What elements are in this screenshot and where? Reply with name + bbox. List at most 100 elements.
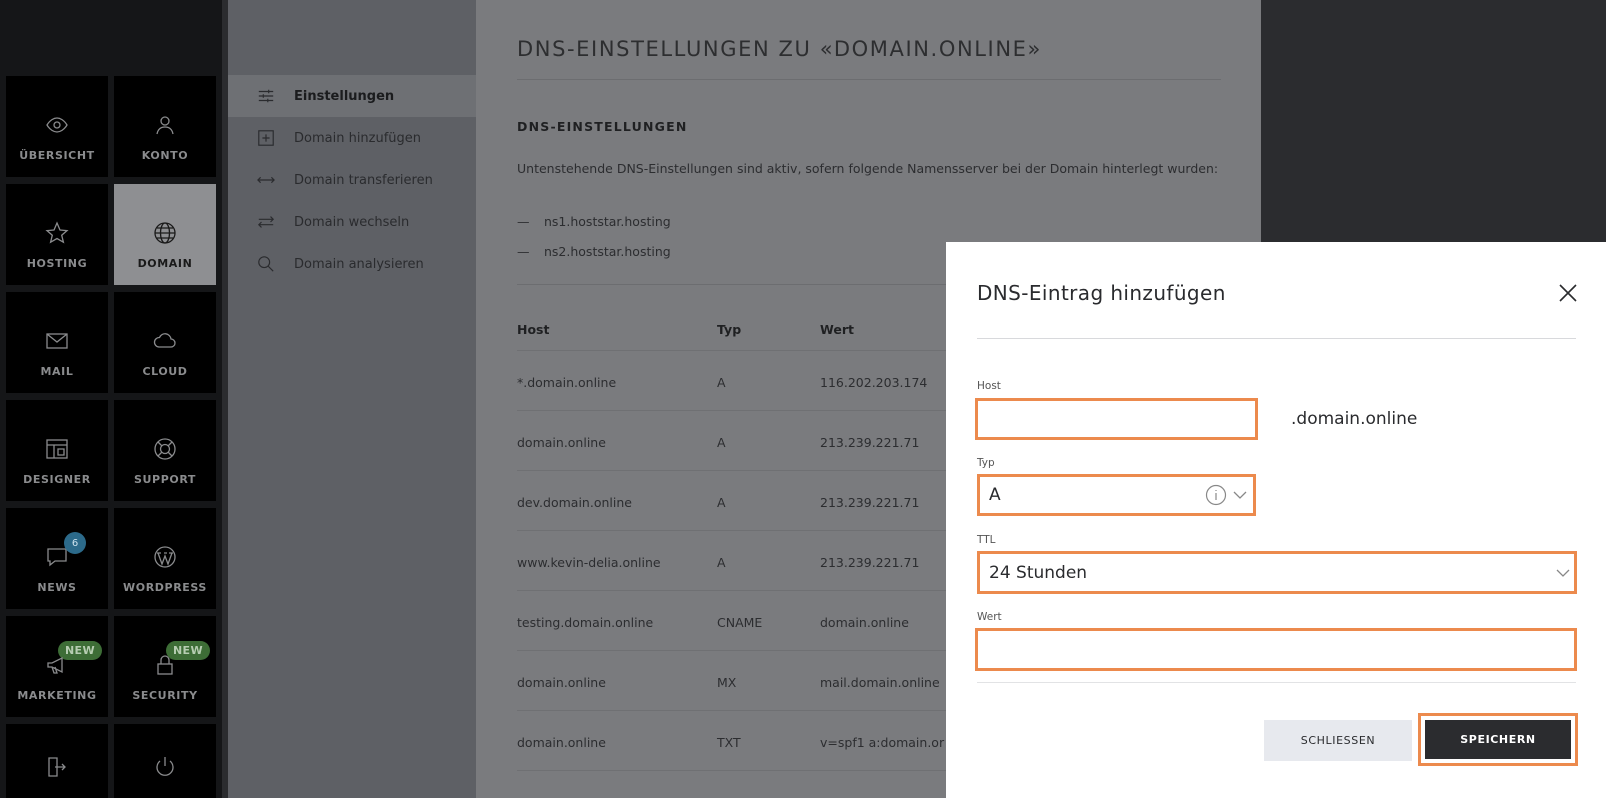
cell-typ: A <box>717 435 726 450</box>
news-count-badge: 6 <box>64 532 86 554</box>
nav-tile-mail[interactable]: MAIL <box>6 292 108 393</box>
cell-wert: v=spf1 a:domain.or <box>820 735 945 750</box>
chevron-down-icon <box>1555 565 1571 581</box>
nav-tile-label: MARKETING <box>17 689 97 702</box>
cell-wert: 213.239.221.71 <box>820 555 920 570</box>
host-suffix: .domain.online <box>1291 409 1418 429</box>
nav-tile-news[interactable]: 6 NEWS <box>6 508 108 609</box>
ttl-label: TTL <box>977 534 996 546</box>
cell-typ: A <box>717 495 726 510</box>
subnav-item-domain-hinzufuegen[interactable]: Domain hinzufügen <box>228 117 476 159</box>
nav-tile-cloud[interactable]: CLOUD <box>114 292 216 393</box>
info-icon[interactable] <box>1205 484 1227 506</box>
cell-host: domain.online <box>517 675 606 690</box>
wert-label: Wert <box>977 611 1002 623</box>
host-label: Host <box>977 380 1001 392</box>
background-panel <box>1261 0 1606 242</box>
subnav-item-domain-analysieren[interactable]: Domain analysieren <box>228 243 476 285</box>
cell-host: testing.domain.online <box>517 615 654 630</box>
cell-wert: 213.239.221.71 <box>820 435 920 450</box>
nav-tile-label: HOSTING <box>26 257 88 270</box>
chevron-down-icon <box>1232 487 1248 503</box>
nav-tile-label: WORDPRESS <box>123 581 207 594</box>
nav-tile-label: NEWS <box>37 581 77 594</box>
subnav-item-label: Domain wechseln <box>294 214 410 230</box>
nav-tile-label: KONTO <box>141 149 189 162</box>
divider <box>977 338 1576 339</box>
subnav-item-domain-wechseln[interactable]: Domain wechseln <box>228 201 476 243</box>
logout-icon <box>44 754 70 780</box>
nav-tile-label: DESIGNER <box>23 473 91 486</box>
nav-tile-label: SECURITY <box>132 689 198 702</box>
column-header-wert: Wert <box>820 322 854 337</box>
ttl-select[interactable]: 24 Stunden <box>977 551 1577 594</box>
section-description: Untenstehende DNS-Einstellungen sind akt… <box>517 161 1219 176</box>
nav-tile-uebersicht[interactable]: ÜBERSICHT <box>6 76 108 177</box>
dialog-title: DNS-Eintrag hinzufügen <box>977 281 1226 305</box>
nav-tile-label: SUPPORT <box>133 473 196 486</box>
eye-icon <box>44 112 70 138</box>
nav-tile-label: ÜBERSICHT <box>19 149 95 162</box>
arrows-horizontal-icon <box>256 170 276 190</box>
nameserver-item: — ns2.hoststar.hosting <box>517 244 671 259</box>
lifebuoy-icon <box>152 436 178 462</box>
search-icon <box>256 254 276 274</box>
cell-wert: 116.202.203.174 <box>820 375 928 390</box>
nameserver-value: ns2.hoststar.hosting <box>544 244 671 259</box>
nav-tile-marketing[interactable]: NEW MARKETING <box>6 616 108 717</box>
plus-square-icon <box>256 128 276 148</box>
section-title: DNS-EINSTELLUNGEN <box>517 119 688 134</box>
nameserver-value: ns1.hoststar.hosting <box>544 214 671 229</box>
nameserver-item: — ns1.hoststar.hosting <box>517 214 671 229</box>
nav-tile-hosting[interactable]: HOSTING <box>6 184 108 285</box>
host-input[interactable] <box>978 401 1255 437</box>
divider <box>977 682 1576 683</box>
envelope-icon <box>44 328 70 354</box>
nav-tile-domain[interactable]: DOMAIN <box>114 184 216 285</box>
main-nav: ÜBERSICHT KONTO HOSTING DOMAIN MAIL CLOU… <box>0 0 222 798</box>
globe-icon <box>152 220 178 246</box>
save-button-highlight: SPEICHERN <box>1418 713 1578 766</box>
cell-host: dev.domain.online <box>517 495 632 510</box>
nav-tile-label: MAIL <box>40 365 74 378</box>
wordpress-icon <box>152 544 178 570</box>
nav-tile-security[interactable]: NEW SECURITY <box>114 616 216 717</box>
column-header-host: Host <box>517 322 550 337</box>
wert-input[interactable] <box>978 631 1574 668</box>
star-icon <box>44 220 70 246</box>
nav-tile-label: CLOUD <box>142 365 188 378</box>
nav-tile-logout[interactable] <box>6 724 108 798</box>
cell-host: domain.online <box>517 435 606 450</box>
nav-tile-wordpress[interactable]: WORDPRESS <box>114 508 216 609</box>
typ-selected-value: A <box>989 485 1001 505</box>
close-icon[interactable] <box>1557 282 1583 308</box>
subnav-item-einstellungen[interactable]: Einstellungen <box>228 75 476 117</box>
domain-subnav: Einstellungen Domain hinzufügen Domain t… <box>228 0 476 798</box>
cloud-icon <box>152 328 178 354</box>
user-icon <box>152 112 178 138</box>
power-icon <box>152 754 178 780</box>
cell-typ: A <box>717 555 726 570</box>
nav-tile-power[interactable] <box>114 724 216 798</box>
nav-tile-konto[interactable]: KONTO <box>114 76 216 177</box>
typ-select[interactable]: A <box>977 474 1256 516</box>
cell-host: domain.online <box>517 735 606 750</box>
nav-tile-support[interactable]: SUPPORT <box>114 400 216 501</box>
subnav-item-label: Domain transferieren <box>294 172 433 188</box>
megaphone-icon <box>44 652 70 678</box>
close-button[interactable]: SCHLIESSEN <box>1264 720 1412 761</box>
save-button[interactable]: SPEICHERN <box>1425 720 1571 759</box>
swap-icon <box>256 212 276 232</box>
column-header-typ: Typ <box>717 322 742 337</box>
subnav-item-domain-transferieren[interactable]: Domain transferieren <box>228 159 476 201</box>
lock-icon <box>152 652 178 678</box>
chat-icon: 6 <box>44 532 86 570</box>
nav-tile-designer[interactable]: DESIGNER <box>6 400 108 501</box>
typ-label: Typ <box>977 457 995 469</box>
subnav-item-label: Einstellungen <box>294 88 395 104</box>
subnav-item-label: Domain analysieren <box>294 256 424 272</box>
add-dns-entry-dialog: DNS-Eintrag hinzufügen Host .domain.onli… <box>946 242 1606 798</box>
host-field <box>975 398 1258 440</box>
divider <box>517 79 1221 80</box>
nav-tile-label: DOMAIN <box>137 257 193 270</box>
